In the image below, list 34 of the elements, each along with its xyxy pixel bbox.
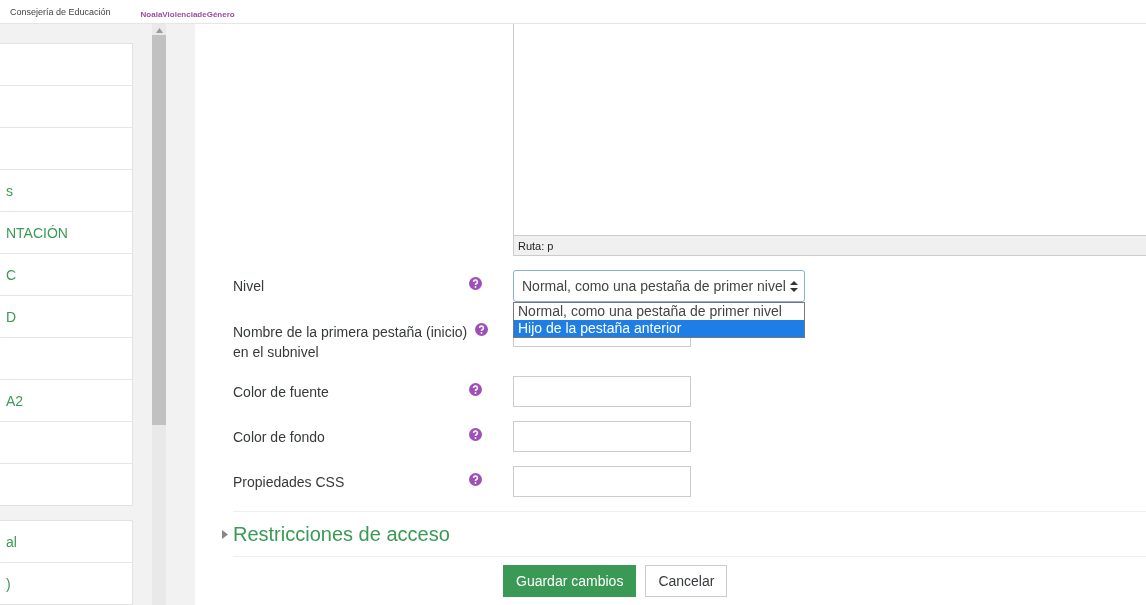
sidebar-item[interactable]: ) bbox=[0, 562, 132, 604]
help-icon[interactable] bbox=[469, 473, 482, 486]
sort-caret-icon bbox=[790, 280, 798, 292]
sidebar-item[interactable]: al bbox=[0, 521, 132, 562]
select-field[interactable]: Normal, como una pestaña de primer nivel bbox=[513, 270, 805, 302]
field-label: Color de fuente bbox=[233, 383, 330, 402]
text-editor[interactable]: Ruta: p bbox=[513, 24, 1146, 256]
save-button[interactable]: Guardar cambios bbox=[503, 565, 637, 597]
sidebar-item[interactable]: A2 bbox=[0, 379, 132, 421]
scroll-up-icon[interactable] bbox=[155, 28, 163, 33]
field-label: Propiedades CSS bbox=[233, 473, 346, 492]
sidebar-item[interactable]: NTACIÓN bbox=[0, 211, 132, 253]
input-field[interactable] bbox=[513, 376, 691, 407]
field-label: Nivel bbox=[233, 277, 266, 296]
input-field[interactable] bbox=[513, 466, 691, 497]
field-label: Nombre de la primera pestaña (inicio) en el subnivel bbox=[233, 323, 469, 362]
sidebar-item[interactable]: D bbox=[0, 295, 132, 337]
input-field[interactable] bbox=[513, 421, 691, 452]
organization-name: Consejería de Educación bbox=[10, 6, 111, 17]
sidebar-item[interactable]: s bbox=[0, 169, 132, 211]
scrollbar[interactable] bbox=[152, 24, 166, 605]
help-icon[interactable] bbox=[469, 428, 482, 441]
cancel-button[interactable]: Cancelar bbox=[645, 565, 728, 597]
editor-path: Ruta: p bbox=[514, 235, 1146, 256]
scrollbar-thumb[interactable] bbox=[152, 35, 166, 425]
dropdown-option[interactable]: Hijo de la pestaña anterior bbox=[514, 320, 804, 337]
help-icon[interactable] bbox=[469, 277, 482, 290]
expand-triangle-icon[interactable] bbox=[222, 529, 228, 539]
field-label: Color de fondo bbox=[233, 428, 326, 447]
campaign-logo-text: NoalaViolenciadeGénero bbox=[140, 10, 235, 19]
section-title[interactable]: Restricciones de acceso bbox=[233, 522, 450, 546]
help-icon[interactable] bbox=[475, 323, 488, 336]
sidebar-item[interactable]: C bbox=[0, 253, 132, 295]
help-icon[interactable] bbox=[469, 383, 482, 396]
